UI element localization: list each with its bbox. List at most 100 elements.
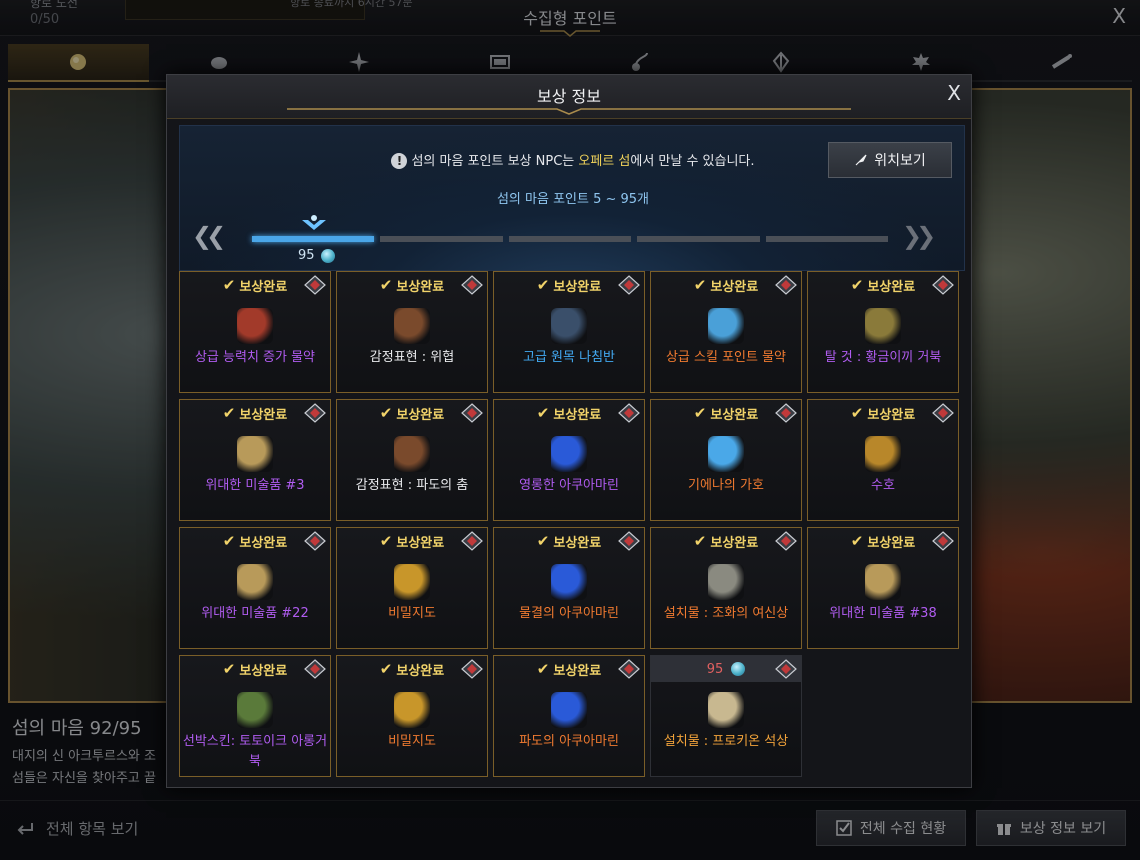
progress-value: 95 <box>298 248 335 263</box>
progress-segment <box>637 236 760 242</box>
reward-cost-value: 95 <box>706 661 724 677</box>
checkmark-icon: ✔ <box>379 532 393 550</box>
game-window: 항로 도전 0/50 항로 종료까지 6시간 57분 수집형 포인트 X 섬의 … <box>0 0 1140 860</box>
reward-status-label: 보상완료 <box>239 663 288 679</box>
modal-header: 보상 정보 X <box>167 75 971 119</box>
reward-status-label: 보상완료 <box>553 535 602 551</box>
reward-card[interactable]: ✔ 보상완료비밀지도 <box>336 527 488 649</box>
reward-card[interactable]: ✔ 보상완료 위대한 미술품 #3 <box>179 399 331 521</box>
rarity-diamond-icon <box>304 659 326 679</box>
reward-card[interactable]: ✔ 보상완료 탈 것 : 황금이끼 거북 <box>807 271 959 393</box>
progress-segment <box>765 236 889 242</box>
rarity-diamond-icon <box>461 659 483 679</box>
reward-card[interactable]: ✔ 보상완료파도의 아쿠아마린 <box>493 655 645 777</box>
modal-ornament-icon <box>287 108 851 115</box>
checkmark-icon: ✔ <box>379 404 393 422</box>
reward-card[interactable]: ✔ 보상완료위대한 미술품 #22 <box>179 527 331 649</box>
modal-close-button[interactable]: X <box>947 81 961 105</box>
gem-icon <box>551 436 587 472</box>
reward-card[interactable]: ✔ 보상완료 기에나의 가호 <box>650 399 802 521</box>
potion-icon <box>237 308 273 344</box>
feather-icon <box>855 154 867 166</box>
rarity-diamond-icon <box>618 275 640 295</box>
rarity-diamond-icon <box>775 659 797 679</box>
reward-card[interactable]: 95 설치물 : 프로키온 석상 <box>650 655 802 777</box>
shield-emblem-icon <box>865 436 901 472</box>
last-page-chevron-icon[interactable]: ❯❯ <box>902 222 936 250</box>
blessing-orb-icon <box>708 436 744 472</box>
reward-status-label: 보상완료 <box>239 407 288 423</box>
reward-status-label: 보상완료 <box>867 535 916 551</box>
checkmark-icon: ✔ <box>693 532 707 550</box>
reward-status-label: 보상완료 <box>553 663 602 679</box>
reward-status-label: 보상완료 <box>239 535 288 551</box>
checkmark-icon: ✔ <box>379 660 393 678</box>
reward-card[interactable]: ✔ 보상완료 영롱한 아쿠아마린 <box>493 399 645 521</box>
reward-status-label: 보상완료 <box>867 407 916 423</box>
rarity-diamond-icon <box>461 403 483 423</box>
rarity-diamond-icon <box>618 659 640 679</box>
reward-card[interactable]: ✔ 보상완료 선박스킨: 토토이크 아롱거북 <box>179 655 331 777</box>
scroll-icon <box>237 436 273 472</box>
reward-status-label: 보상완료 <box>710 407 759 423</box>
reward-status-label: 보상완료 <box>396 535 445 551</box>
reward-card[interactable]: ✔ 보상완료 고급 원목 나침반 <box>493 271 645 393</box>
reward-item-name: 위대한 미술품 #38 <box>829 606 937 621</box>
island-heart-coin-icon <box>731 662 746 676</box>
rarity-diamond-icon <box>461 531 483 551</box>
first-page-chevron-icon[interactable]: ❮❮ <box>192 222 226 250</box>
reward-item-name: 위대한 미술품 #22 <box>201 606 309 621</box>
rarity-diamond-icon <box>304 403 326 423</box>
reward-item-name: 설치물 : 조화의 여신상 <box>663 606 789 621</box>
turtle-icon <box>865 308 901 344</box>
reward-item-name: 비밀지도 <box>388 606 436 621</box>
rarity-diamond-icon <box>932 531 954 551</box>
reward-card[interactable]: ✔ 보상완료 설치물 : 조화의 여신상 <box>650 527 802 649</box>
reward-item-name: 감정표현 : 파도의 춤 <box>355 478 469 493</box>
reward-card[interactable]: ✔ 보상완료위대한 미술품 #38 <box>807 527 959 649</box>
checkmark-icon: ✔ <box>536 276 550 294</box>
rarity-diamond-icon <box>618 531 640 551</box>
checkmark-icon: ✔ <box>379 276 393 294</box>
reward-grid: ✔ 보상완료 상급 능력치 증가 물약 ✔ 보상완료 감정표현 : 위협 ✔ 보상완료 고급 원… <box>179 271 965 777</box>
reward-item-name: 설치물 : 프로키온 석상 <box>663 734 789 749</box>
reward-status-label: 보상완료 <box>553 407 602 423</box>
reward-item-name: 파도의 아쿠아마린 <box>519 734 619 749</box>
reward-item-name: 영롱한 아쿠아마린 <box>519 478 619 493</box>
checkmark-icon: ✔ <box>222 276 236 294</box>
checkmark-icon: ✔ <box>536 660 550 678</box>
book-icon <box>394 436 430 472</box>
rarity-diamond-icon <box>775 531 797 551</box>
reward-card[interactable]: ✔ 보상완료 물결의 아쿠아마린 <box>493 527 645 649</box>
reward-card[interactable]: ✔ 보상완료 상급 스킬 포인트 물약 <box>650 271 802 393</box>
reward-status-label: 보상완료 <box>239 279 288 295</box>
reward-item-name: 비밀지도 <box>388 734 436 749</box>
reward-card[interactable]: ✔ 보상완료 수호 <box>807 399 959 521</box>
reward-item-name: 물결의 아쿠아마린 <box>519 606 619 621</box>
ship-skin-icon <box>237 692 273 728</box>
view-location-label: 위치보기 <box>874 153 926 169</box>
statue-icon <box>708 564 744 600</box>
island-heart-coin-icon <box>320 248 335 263</box>
scroll-icon <box>865 564 901 600</box>
reward-item-name: 상급 능력치 증가 물약 <box>194 350 316 365</box>
statue-icon <box>708 692 744 728</box>
checkmark-icon: ✔ <box>222 532 236 550</box>
rarity-diamond-icon <box>461 275 483 295</box>
rarity-diamond-icon <box>775 275 797 295</box>
progress-segment <box>252 236 375 242</box>
view-location-button[interactable]: 위치보기 <box>828 142 952 178</box>
reward-card[interactable]: ✔ 보상완료 감정표현 : 위협 <box>336 271 488 393</box>
reward-card[interactable]: ✔ 보상완료비밀지도 <box>336 655 488 777</box>
progress-marker-icon <box>302 215 326 230</box>
reward-status-label: 보상완료 <box>396 407 445 423</box>
rarity-diamond-icon <box>932 275 954 295</box>
reward-status-label: 보상완료 <box>396 663 445 679</box>
checkmark-icon: ✔ <box>850 532 864 550</box>
reward-card[interactable]: ✔ 보상완료감정표현 : 파도의 춤 <box>336 399 488 521</box>
reward-card[interactable]: ✔ 보상완료상급 능력치 증가 물약 <box>179 271 331 393</box>
progress-value-number: 95 <box>298 248 315 263</box>
notice-prefix: 섬의 마음 포인트 보상 NPC는 <box>411 154 579 169</box>
reward-status-label: 보상완료 <box>553 279 602 295</box>
checkmark-icon: ✔ <box>850 276 864 294</box>
